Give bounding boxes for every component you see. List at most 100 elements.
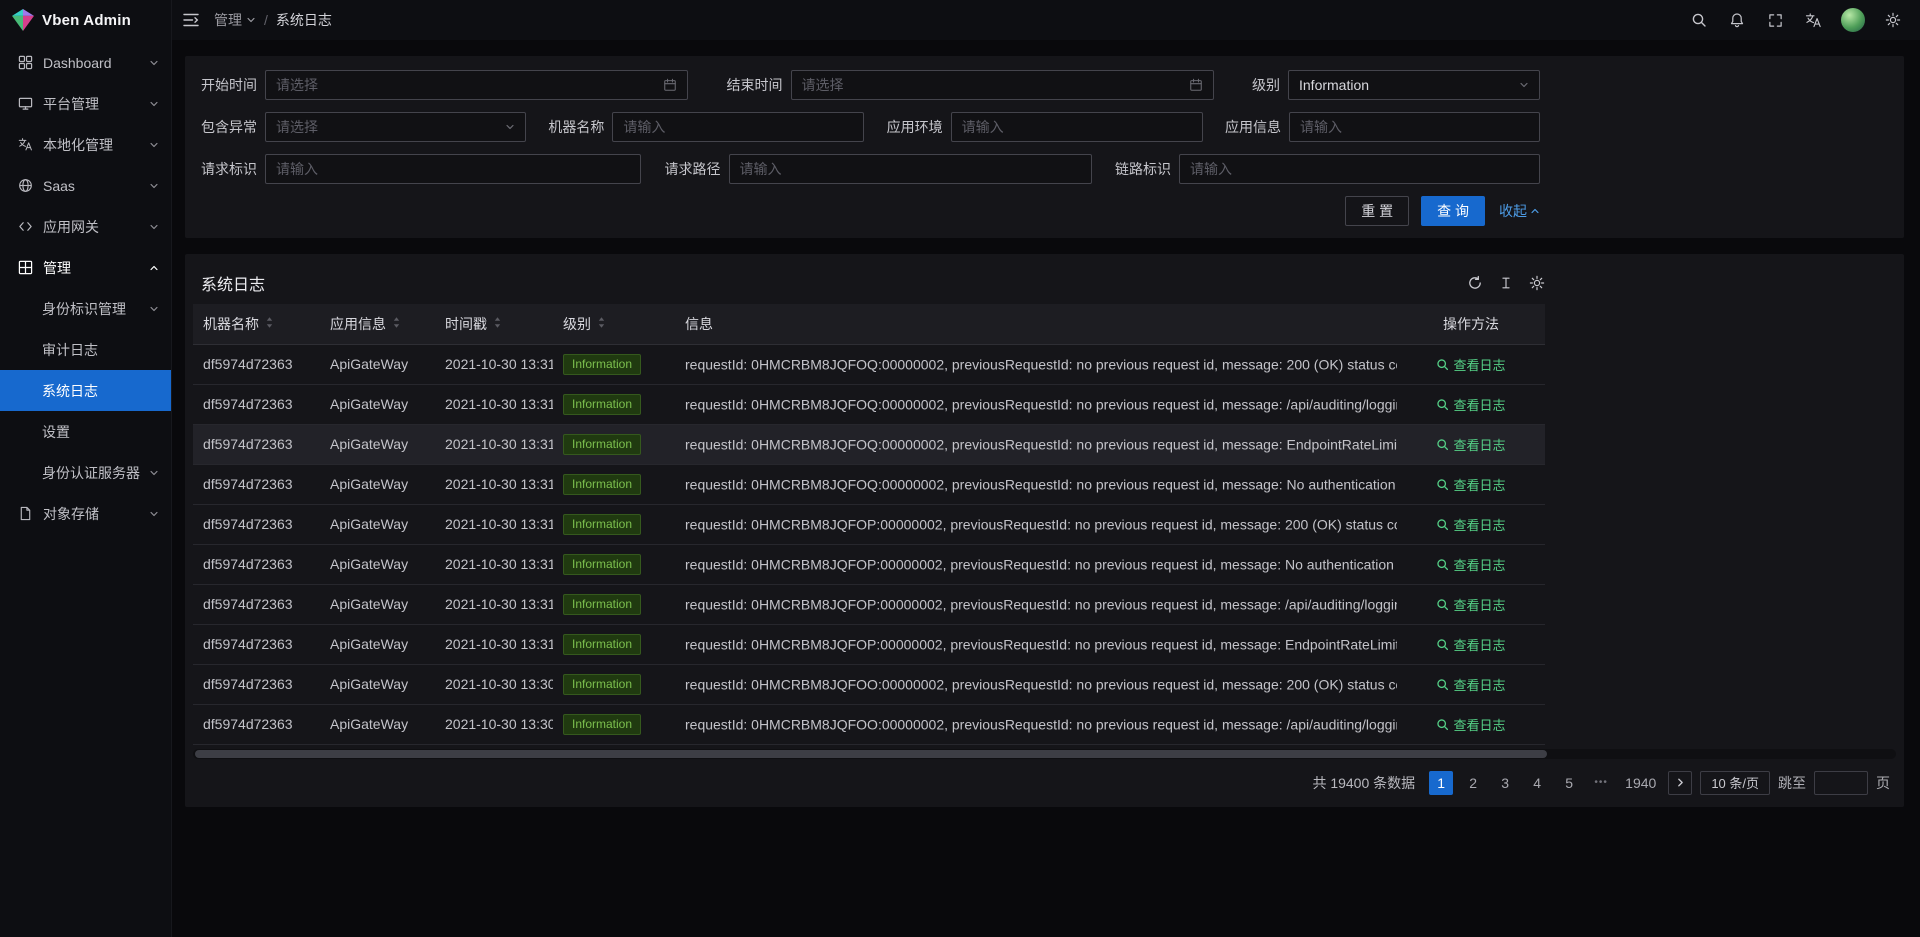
column-header-level[interactable]: 级别 <box>553 304 675 344</box>
end-time-datepicker[interactable]: 请选择 <box>791 70 1214 100</box>
sidebar-item-audit-logs[interactable]: 审计日志 <box>0 329 171 370</box>
cell-level: Information <box>553 344 675 384</box>
cell-message: requestId: 0HMCRBM8JQFOO:00000002, previ… <box>675 704 1397 744</box>
saas-icon <box>18 178 33 193</box>
view-log-button[interactable]: 查看日志 <box>1436 475 1505 494</box>
cell-message: requestId: 0HMCRBM8JQFOO:00000002, previ… <box>675 664 1397 704</box>
view-log-button[interactable]: 查看日志 <box>1436 395 1505 414</box>
view-log-button[interactable]: 查看日志 <box>1436 355 1505 374</box>
sidebar-item-object-storage[interactable]: 对象存储 <box>0 493 171 534</box>
cell-action: 查看日志 <box>1397 464 1545 504</box>
cell-time: 2021-10-30 13:31:38 <box>435 424 553 464</box>
request-path-input[interactable] <box>740 161 1081 177</box>
view-log-button[interactable]: 查看日志 <box>1436 555 1505 574</box>
column-header-machine-name[interactable]: 机器名称 <box>193 304 320 344</box>
translate-icon[interactable] <box>1794 0 1832 40</box>
sidebar-item-platform-management[interactable]: 平台管理 <box>0 83 171 124</box>
notification-icon[interactable] <box>1718 0 1756 40</box>
cell-app: ApiGateWay <box>320 504 435 544</box>
cell-time: 2021-10-30 13:30:44 <box>435 664 553 704</box>
log-message: requestId: 0HMCRBM8JQFOQ:00000002, previ… <box>685 357 1397 373</box>
scrollbar-thumb[interactable] <box>195 750 1547 758</box>
page-button-1[interactable]: 1 <box>1429 771 1453 795</box>
level-select[interactable]: Information <box>1288 70 1540 100</box>
sidebar-item-management[interactable]: 管理 <box>0 247 171 288</box>
level-badge: Information <box>563 714 641 735</box>
view-log-button[interactable]: 查看日志 <box>1436 515 1505 534</box>
start-time-datepicker[interactable]: 请选择 <box>265 70 688 100</box>
collapse-toggle[interactable]: 收起 <box>1499 201 1540 221</box>
cell-level: Information <box>553 544 675 584</box>
view-log-button[interactable]: 查看日志 <box>1436 435 1505 454</box>
chevron-down-icon <box>505 122 515 132</box>
query-button[interactable]: 查 询 <box>1421 196 1485 226</box>
view-log-button[interactable]: 查看日志 <box>1436 715 1505 734</box>
level-badge: Information <box>563 634 641 655</box>
main-area: 管理 / 系统日志 开始时间请选择结束时间请选择级别Information包含异… <box>172 0 1920 937</box>
refresh-icon[interactable] <box>1467 275 1483 291</box>
breadcrumb-section[interactable]: 管理 <box>214 10 256 30</box>
cell-action: 查看日志 <box>1397 544 1545 584</box>
cell-time: 2021-10-30 13:31:38 <box>435 384 553 424</box>
sidebar-item-dashboard[interactable]: Dashboard <box>0 42 171 83</box>
filter-field-end-time: 结束时间请选择 <box>727 70 1214 100</box>
page-button-3[interactable]: 3 <box>1493 771 1517 795</box>
column-height-icon[interactable] <box>1499 276 1513 290</box>
page-button-2[interactable]: 2 <box>1461 771 1485 795</box>
page-button-1940[interactable]: 1940 <box>1621 771 1660 795</box>
column-header-inner: 信息 <box>685 314 1387 334</box>
logo[interactable]: Vben Admin <box>0 0 171 40</box>
filter-field-request-id: 请求标识 <box>201 154 641 184</box>
cell-app: ApiGateWay <box>320 344 435 384</box>
chevron-down-icon <box>149 509 159 519</box>
column-header-app-info[interactable]: 应用信息 <box>320 304 435 344</box>
column-settings-icon[interactable] <box>1529 275 1545 291</box>
cell-app: ApiGateWay <box>320 664 435 704</box>
view-log-button[interactable]: 查看日志 <box>1436 675 1505 694</box>
sidebar-item-system-logs[interactable]: 系统日志 <box>0 370 171 411</box>
table-row: df5974d72363ApiGateWay2021-10-30 13:31:3… <box>193 624 1545 664</box>
view-log-button[interactable]: 查看日志 <box>1436 595 1505 614</box>
avatar[interactable] <box>1841 8 1865 32</box>
request-id-input[interactable] <box>276 161 630 177</box>
sidebar-fold-icon[interactable] <box>172 0 210 40</box>
filter-field-level: 级别Information <box>1252 70 1540 100</box>
log-message: requestId: 0HMCRBM8JQFOP:00000002, previ… <box>685 597 1397 613</box>
sidebar-item-localization-management[interactable]: 本地化管理 <box>0 124 171 165</box>
app-environment-control <box>951 112 1203 142</box>
selected-value: Information <box>1299 77 1511 93</box>
next-page-button[interactable] <box>1668 771 1692 795</box>
sidebar-item-identity-management[interactable]: 身份标识管理 <box>0 288 171 329</box>
sidebar-item-label: 系统日志 <box>42 381 159 401</box>
sidebar-item-app-gateway[interactable]: 应用网关 <box>0 206 171 247</box>
filter-label: 包含异常 <box>201 117 257 137</box>
page-size-select[interactable]: 10 条/页 <box>1700 771 1770 795</box>
cell-machine: df5974d72363 <box>193 384 320 424</box>
page-button-4[interactable]: 4 <box>1525 771 1549 795</box>
trace-id-input[interactable] <box>1190 161 1529 177</box>
settings-icon[interactable] <box>1874 0 1912 40</box>
cell-machine: df5974d72363 <box>193 584 320 624</box>
cell-machine: df5974d72363 <box>193 544 320 584</box>
sidebar-item-auth-server[interactable]: 身份认证服务器 <box>0 452 171 493</box>
breadcrumb: 管理 / 系统日志 <box>214 10 332 30</box>
log-message: requestId: 0HMCRBM8JQFOQ:00000002, previ… <box>685 437 1397 453</box>
include-exception-select[interactable]: 请选择 <box>265 112 526 142</box>
sidebar-item-saas[interactable]: Saas <box>0 165 171 206</box>
cell-level: Information <box>553 664 675 704</box>
reset-button[interactable]: 重 置 <box>1345 196 1409 226</box>
column-header-inner: 级别 <box>563 314 665 334</box>
jump-page-input[interactable] <box>1814 771 1868 795</box>
search-icon[interactable] <box>1680 0 1718 40</box>
sidebar-item-settings[interactable]: 设置 <box>0 411 171 452</box>
page-button-5[interactable]: 5 <box>1557 771 1581 795</box>
sidebar-item-label: Saas <box>43 178 149 194</box>
machine-name-input[interactable] <box>623 119 853 135</box>
fullscreen-icon[interactable] <box>1756 0 1794 40</box>
column-header-timestamp[interactable]: 时间戳 <box>435 304 553 344</box>
view-log-button[interactable]: 查看日志 <box>1436 635 1505 654</box>
app-environment-input[interactable] <box>962 119 1192 135</box>
app-info-input[interactable] <box>1300 119 1529 135</box>
cell-machine: df5974d72363 <box>193 704 320 744</box>
cell-machine: df5974d72363 <box>193 344 320 384</box>
